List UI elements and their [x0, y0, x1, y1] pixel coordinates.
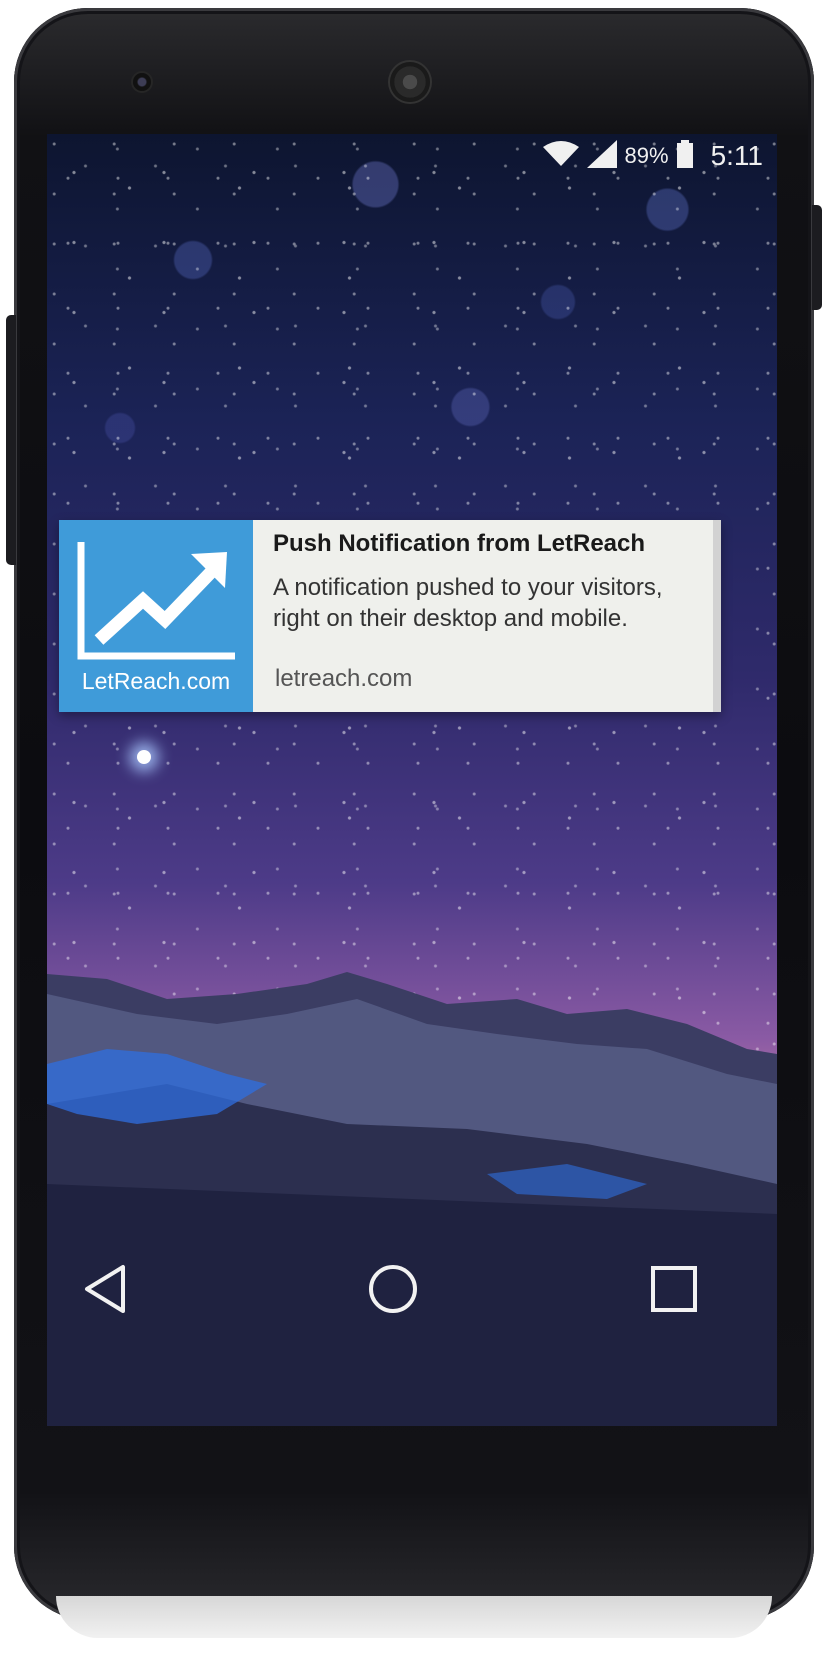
notification-message: A notification pushed to your visitors, …	[273, 572, 711, 634]
battery-percent: 89%	[624, 143, 669, 168]
status-bar: 89% 5:11	[47, 134, 777, 178]
notification-edge	[713, 520, 721, 712]
status-time: 5:11	[710, 140, 763, 171]
home-icon	[369, 1265, 417, 1313]
phone-screen: 89% 5:11	[47, 134, 777, 1426]
earpiece-speaker	[390, 62, 430, 102]
back-icon	[85, 1265, 125, 1313]
notification-content: Push Notification from LetReach A notifi…	[253, 520, 721, 712]
back-button[interactable]	[77, 1259, 137, 1319]
wallpaper-bright-star	[137, 750, 151, 764]
home-button[interactable]	[363, 1259, 423, 1319]
signal-icon	[586, 139, 617, 173]
front-camera	[133, 73, 151, 91]
wifi-icon	[542, 140, 579, 172]
notification-url: letreach.com	[275, 665, 413, 692]
phone-base	[56, 1596, 772, 1638]
navigation-bar	[47, 1220, 777, 1426]
volume-button	[6, 315, 16, 565]
notification-message-line-2: right on their desktop and mobile.	[273, 605, 628, 632]
power-button	[812, 205, 822, 310]
app-brand-label: LetReach.com	[81, 668, 231, 694]
battery-icon	[676, 139, 693, 173]
trending-up-chart-icon	[77, 542, 235, 660]
push-notification[interactable]: LetReach.com Push Notification from LetR…	[59, 520, 721, 712]
recent-apps-icon	[651, 1266, 697, 1312]
recent-apps-button[interactable]	[644, 1259, 704, 1319]
notification-message-line-1: A notification pushed to your visitors,	[273, 574, 663, 601]
notification-app-icon: LetReach.com	[59, 520, 253, 712]
notification-title: Push Notification from LetReach	[273, 530, 646, 557]
